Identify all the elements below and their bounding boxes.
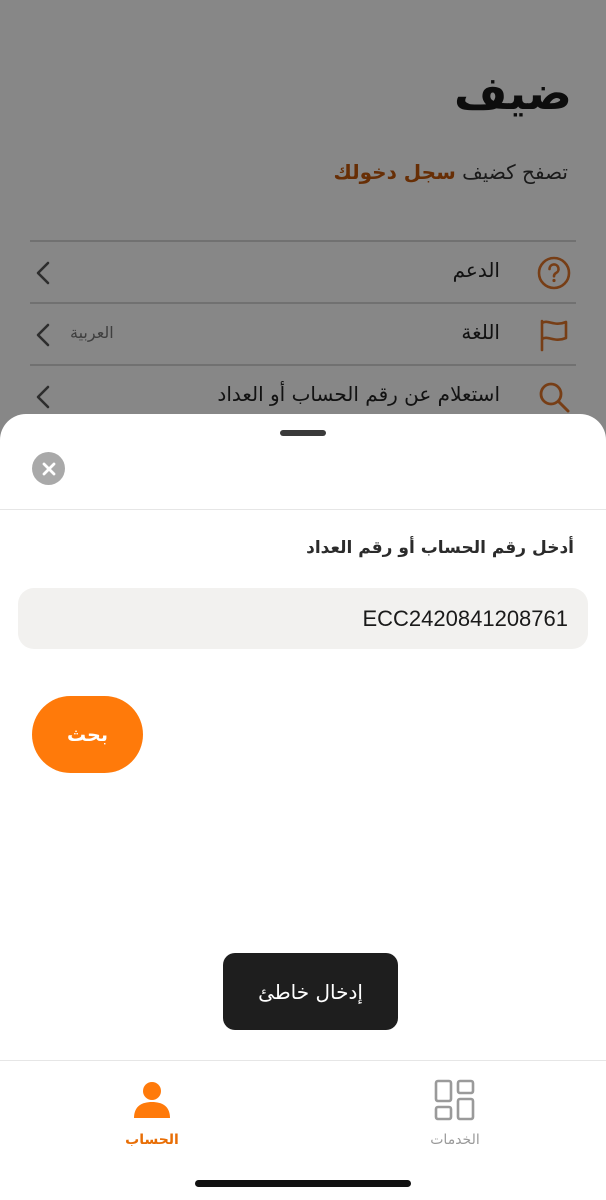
account-number-field[interactable] bbox=[18, 588, 588, 649]
person-icon bbox=[134, 1082, 170, 1118]
sheet-grabber[interactable] bbox=[280, 430, 326, 436]
tab-account[interactable]: الحساب bbox=[92, 1078, 212, 1148]
divider bbox=[0, 509, 606, 510]
tab-services-label: الخدمات bbox=[430, 1132, 480, 1148]
search-button[interactable]: بحث bbox=[32, 696, 143, 773]
error-toast: إدخال خاطئ bbox=[223, 953, 398, 1030]
tab-account-label: الحساب bbox=[125, 1132, 179, 1148]
close-button[interactable] bbox=[32, 452, 65, 485]
account-number-input[interactable] bbox=[18, 588, 588, 649]
tabbar-divider bbox=[0, 1060, 606, 1061]
account-number-label: أدخل رقم الحساب أو رقم العداد bbox=[306, 538, 574, 558]
close-icon bbox=[42, 462, 55, 475]
grid-icon bbox=[434, 1079, 475, 1121]
lookup-bottom-sheet: أدخل رقم الحساب أو رقم العداد بحث إدخال … bbox=[0, 414, 606, 1200]
tab-services[interactable]: الخدمات bbox=[395, 1078, 515, 1148]
home-indicator bbox=[195, 1180, 411, 1187]
